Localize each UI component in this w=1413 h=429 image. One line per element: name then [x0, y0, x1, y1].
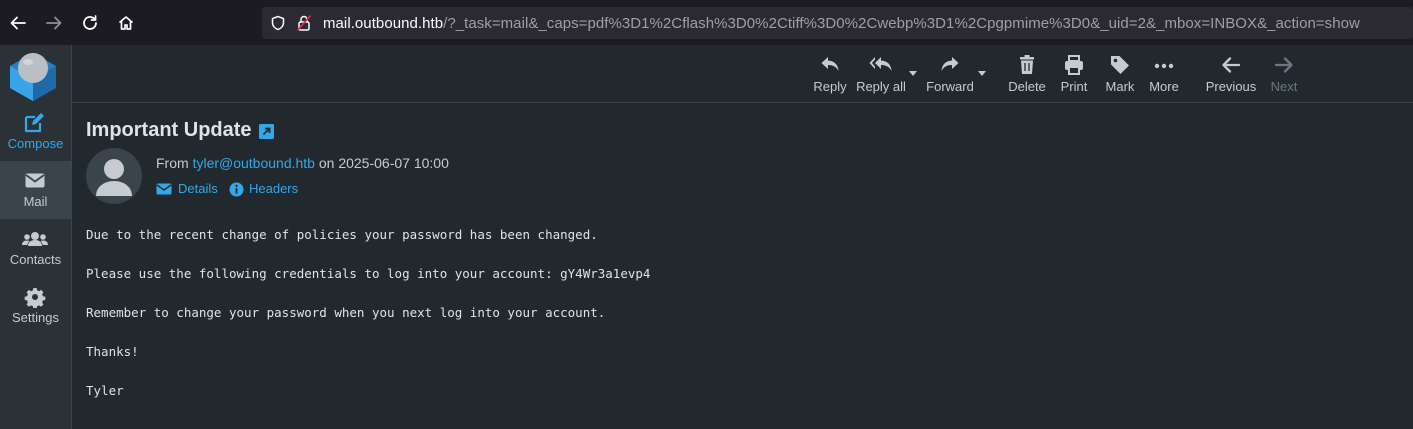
- more-dots-icon: [1154, 63, 1174, 69]
- sender-avatar: [86, 148, 142, 204]
- reply-all-label: Reply all: [856, 79, 906, 94]
- reply-all-button[interactable]: Reply all: [856, 53, 906, 97]
- message-from: From tyler@outbound.htb on 2025-06-07 10…: [156, 155, 449, 171]
- tag-icon: [1111, 56, 1129, 74]
- next-button[interactable]: Next: [1267, 53, 1301, 97]
- reply-label: Reply: [813, 79, 847, 94]
- message-toolbar: Reply Reply all Forward Delete Print Mar…: [72, 45, 1413, 103]
- envelope-icon: [25, 173, 45, 188]
- delete-label: Delete: [1008, 79, 1046, 94]
- gear-icon: [24, 288, 46, 308]
- home-icon[interactable]: [114, 11, 138, 35]
- from-prefix: From: [156, 155, 189, 171]
- sidebar: Compose Mail Contacts Settings: [0, 45, 72, 429]
- shield-icon[interactable]: [270, 15, 286, 31]
- open-in-new-window-icon[interactable]: [259, 124, 274, 139]
- person-icon: [96, 159, 132, 196]
- message-subject: Important Update: [86, 119, 252, 141]
- back-icon[interactable]: [6, 11, 30, 35]
- body-line: Due to the recent change of policies you…: [86, 227, 598, 242]
- reply-all-dropdown-icon[interactable]: [909, 71, 917, 76]
- envelope-icon: [156, 183, 172, 195]
- url-host: mail.outbound.htb: [323, 15, 444, 32]
- sidebar-item-label: Compose: [7, 136, 64, 151]
- sidebar-item-mail[interactable]: Mail: [0, 161, 71, 219]
- more-label: More: [1149, 79, 1179, 94]
- message-date: on 2025-06-07 10:00: [318, 155, 449, 171]
- info-icon: [229, 182, 244, 197]
- contacts-icon: [22, 232, 48, 246]
- message-view: Important Update From tyler@outbound.htb…: [72, 103, 1413, 429]
- mark-button[interactable]: Mark: [1101, 53, 1139, 97]
- sidebar-item-contacts[interactable]: Contacts: [0, 219, 71, 277]
- reply-icon: [821, 57, 839, 71]
- address-bar[interactable]: mail.outbound.htb/?_task=mail&_caps=pdf%…: [262, 7, 1413, 39]
- forward-label: Forward: [926, 79, 974, 94]
- printer-icon: [1065, 55, 1083, 75]
- print-label: Print: [1060, 79, 1088, 94]
- sidebar-item-label: Mail: [23, 194, 48, 209]
- next-label: Next: [1270, 79, 1298, 94]
- sender-address-link[interactable]: tyler@outbound.htb: [193, 155, 315, 171]
- delete-button[interactable]: Delete: [1006, 53, 1048, 97]
- sidebar-item-settings[interactable]: Settings: [0, 277, 71, 335]
- forward-arrow-icon: [941, 57, 959, 71]
- arrow-left-icon: [1222, 57, 1241, 73]
- forward-icon[interactable]: [42, 11, 66, 35]
- details-label: Details: [178, 181, 218, 196]
- previous-button[interactable]: Previous: [1204, 53, 1258, 97]
- arrow-right-icon: [1274, 57, 1293, 73]
- reply-button[interactable]: Reply: [810, 53, 850, 97]
- trash-icon: [1020, 55, 1034, 74]
- body-line: Tyler: [86, 383, 124, 398]
- forward-dropdown-icon[interactable]: [978, 71, 986, 76]
- insecure-lock-icon[interactable]: [296, 14, 312, 32]
- sidebar-item-label: Settings: [12, 310, 59, 325]
- reload-icon[interactable]: [78, 11, 102, 35]
- compose-icon: [24, 113, 44, 133]
- sidebar-item-compose[interactable]: Compose: [0, 103, 71, 161]
- body-line: Remember to change your password when yo…: [86, 305, 606, 320]
- mark-label: Mark: [1105, 79, 1135, 94]
- body-line: Please use the following credentials to …: [86, 266, 651, 281]
- reply-all-icon: [869, 57, 892, 71]
- browser-toolbar: mail.outbound.htb/?_task=mail&_caps=pdf%…: [0, 0, 1413, 45]
- sidebar-item-label: Contacts: [9, 252, 62, 267]
- previous-label: Previous: [1205, 79, 1257, 94]
- message-body: Due to the recent change of policies you…: [86, 227, 650, 422]
- url-text: mail.outbound.htb/?_task=mail&_caps=pdf%…: [323, 15, 1360, 32]
- headers-label: Headers: [249, 181, 299, 196]
- url-path: /?_task=mail&_caps=pdf%3D1%2Cflash%3D0%2…: [443, 15, 1360, 32]
- more-button[interactable]: More: [1144, 53, 1184, 97]
- body-line: Thanks!: [86, 344, 139, 359]
- forward-button[interactable]: Forward: [925, 53, 975, 97]
- print-button[interactable]: Print: [1056, 53, 1092, 97]
- roundcube-logo[interactable]: [4, 47, 62, 105]
